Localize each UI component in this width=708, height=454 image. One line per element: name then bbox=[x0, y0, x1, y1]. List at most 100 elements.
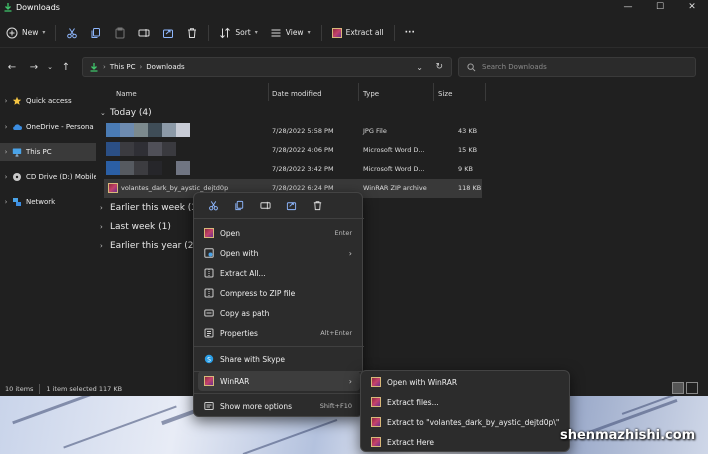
sidebar-label: CD Drive (D:) Mobile bbox=[26, 173, 96, 181]
extract-all-button[interactable]: Extract all bbox=[326, 22, 390, 44]
chevron-right-icon[interactable]: › bbox=[0, 148, 12, 156]
column-header-name[interactable]: Name bbox=[116, 85, 137, 103]
forward-button[interactable]: → bbox=[24, 57, 44, 77]
view-button[interactable]: View ▾ bbox=[264, 22, 317, 44]
refresh-icon[interactable]: ↻ bbox=[435, 62, 443, 72]
tiles-view-button[interactable] bbox=[686, 382, 698, 394]
close-button[interactable]: ✕ bbox=[676, 0, 708, 14]
command-bar: New ▾ Sort ▾ View ▾ Extract all ··· bbox=[0, 18, 708, 48]
copy-action[interactable] bbox=[226, 195, 252, 215]
wallpaper-stroke bbox=[242, 418, 338, 454]
sort-button[interactable]: Sort ▾ bbox=[213, 22, 263, 44]
group-header-earlier-year[interactable]: › Earlier this year (2) bbox=[100, 238, 197, 254]
sidebar-item-network[interactable]: › Network bbox=[0, 193, 96, 211]
rename-button[interactable] bbox=[132, 22, 156, 44]
file-date: 7/28/2022 6:24 PM bbox=[272, 184, 334, 192]
file-row[interactable]: 7/28/2022 3:42 PM Microsoft Word D... 9 … bbox=[104, 160, 482, 179]
share-button[interactable] bbox=[156, 22, 180, 44]
group-header-last-week[interactable]: › Last week (1) bbox=[100, 219, 171, 235]
wallpaper-stroke bbox=[63, 405, 177, 449]
submenu-item-open-winrar[interactable]: Open with WinRAR bbox=[365, 372, 567, 392]
column-divider[interactable] bbox=[433, 83, 434, 101]
chevron-right-icon[interactable]: › bbox=[0, 173, 12, 181]
chevron-right-icon[interactable]: › bbox=[0, 97, 12, 105]
file-date: 7/28/2022 5:58 PM bbox=[272, 127, 334, 135]
search-box[interactable]: Search Downloads bbox=[458, 57, 696, 77]
arrow-right-icon: → bbox=[29, 61, 39, 73]
copy-icon bbox=[234, 200, 243, 210]
winrar-icon bbox=[371, 437, 381, 447]
sort-icon bbox=[220, 27, 231, 38]
submenu-item-extract-to[interactable]: Extract to "volantes_dark_by_aystic_dejt… bbox=[365, 412, 567, 432]
download-icon bbox=[90, 63, 98, 72]
sidebar-item-cd-drive[interactable]: › CD Drive (D:) Mobile bbox=[0, 168, 96, 186]
file-row[interactable]: 7/28/2022 5:58 PM JPG File 43 KB bbox=[104, 122, 482, 141]
breadcrumb-separator: › bbox=[103, 63, 106, 71]
context-quick-actions bbox=[194, 193, 364, 217]
column-divider[interactable] bbox=[485, 83, 486, 101]
cut-action[interactable] bbox=[200, 195, 226, 215]
properties-icon bbox=[204, 328, 214, 338]
details-view-button[interactable] bbox=[672, 382, 684, 394]
chevron-right-icon[interactable]: › bbox=[0, 198, 12, 206]
sidebar-item-this-pc[interactable]: › This PC bbox=[0, 143, 96, 161]
group-header-earlier-week[interactable]: › Earlier this week (3) bbox=[100, 200, 201, 216]
menu-item-compress[interactable]: Compress to ZIP file bbox=[198, 283, 360, 303]
sidebar-item-onedrive[interactable]: › OneDrive - Personal bbox=[0, 118, 96, 136]
cut-button[interactable] bbox=[60, 22, 84, 44]
sidebar-label: Network bbox=[26, 198, 56, 206]
view-icon bbox=[271, 29, 281, 36]
column-divider[interactable] bbox=[268, 83, 269, 101]
submenu-item-extract-files[interactable]: Extract files... bbox=[365, 392, 567, 412]
column-header-type[interactable]: Type bbox=[363, 85, 379, 103]
chevron-right-icon[interactable]: › bbox=[0, 123, 12, 131]
chevron-right-icon: › bbox=[348, 376, 352, 386]
chevron-right-icon: › bbox=[100, 223, 103, 231]
paste-button[interactable] bbox=[108, 22, 132, 44]
address-bar[interactable]: › This PC › Downloads ⌄ ↻ bbox=[82, 57, 452, 77]
share-action[interactable] bbox=[278, 195, 304, 215]
column-header-size[interactable]: Size bbox=[438, 85, 452, 103]
menu-item-extract-all[interactable]: Extract All... bbox=[198, 263, 360, 283]
delete-action[interactable] bbox=[304, 195, 330, 215]
rename-action[interactable] bbox=[252, 195, 278, 215]
menu-item-open-with[interactable]: Open with › bbox=[198, 243, 360, 263]
maximize-button[interactable]: ☐ bbox=[644, 0, 676, 14]
back-button[interactable]: ← bbox=[2, 57, 22, 77]
copy-button[interactable] bbox=[84, 22, 108, 44]
column-header-date[interactable]: Date modified bbox=[272, 85, 322, 103]
menu-item-winrar[interactable]: WinRAR › bbox=[198, 371, 360, 391]
breadcrumb-downloads[interactable]: Downloads bbox=[146, 63, 184, 71]
more-options-button[interactable]: ··· bbox=[399, 22, 421, 44]
delete-button[interactable] bbox=[180, 22, 204, 44]
chevron-down-icon[interactable]: ⌄ bbox=[416, 63, 423, 72]
minimize-button[interactable]: — bbox=[612, 0, 644, 14]
winrar-icon bbox=[371, 397, 381, 407]
group-label: Today (4) bbox=[110, 108, 152, 118]
svg-text:S: S bbox=[207, 356, 211, 363]
menu-item-properties[interactable]: Properties Alt+Enter bbox=[198, 323, 360, 343]
context-menu: Open Enter Open with › Extract All... Co… bbox=[193, 192, 364, 417]
plus-circle-icon bbox=[6, 27, 18, 38]
group-header-today[interactable]: ⌄ Today (4) bbox=[100, 105, 152, 121]
share-icon bbox=[163, 29, 174, 38]
menu-item-share-skype[interactable]: S Share with Skype bbox=[198, 349, 360, 369]
file-row[interactable]: 7/28/2022 4:06 PM Microsoft Word D... 15… bbox=[104, 141, 482, 160]
breadcrumb-this-pc[interactable]: This PC bbox=[110, 63, 136, 71]
sidebar-item-quick-access[interactable]: › Quick access bbox=[0, 92, 96, 110]
menu-shortcut: Shift+F10 bbox=[319, 402, 352, 410]
menu-item-copy-path[interactable]: Copy as path bbox=[198, 303, 360, 323]
up-button[interactable]: ↑ bbox=[56, 57, 76, 77]
cloud-icon bbox=[13, 124, 22, 130]
recent-locations-button[interactable]: ⌄ bbox=[44, 57, 56, 77]
column-divider[interactable] bbox=[358, 83, 359, 101]
menu-item-open[interactable]: Open Enter bbox=[198, 223, 360, 243]
menu-label: Open with bbox=[220, 248, 259, 258]
submenu-item-extract-here[interactable]: Extract Here bbox=[365, 432, 567, 452]
chevron-down-icon: ▾ bbox=[307, 29, 311, 36]
title-bar: Downloads — ☐ ✕ bbox=[0, 0, 708, 14]
file-date: 7/28/2022 4:06 PM bbox=[272, 146, 334, 154]
new-button[interactable]: New ▾ bbox=[0, 22, 51, 44]
menu-item-show-more[interactable]: Show more options Shift+F10 bbox=[198, 396, 360, 416]
chevron-right-icon: › bbox=[348, 248, 352, 258]
